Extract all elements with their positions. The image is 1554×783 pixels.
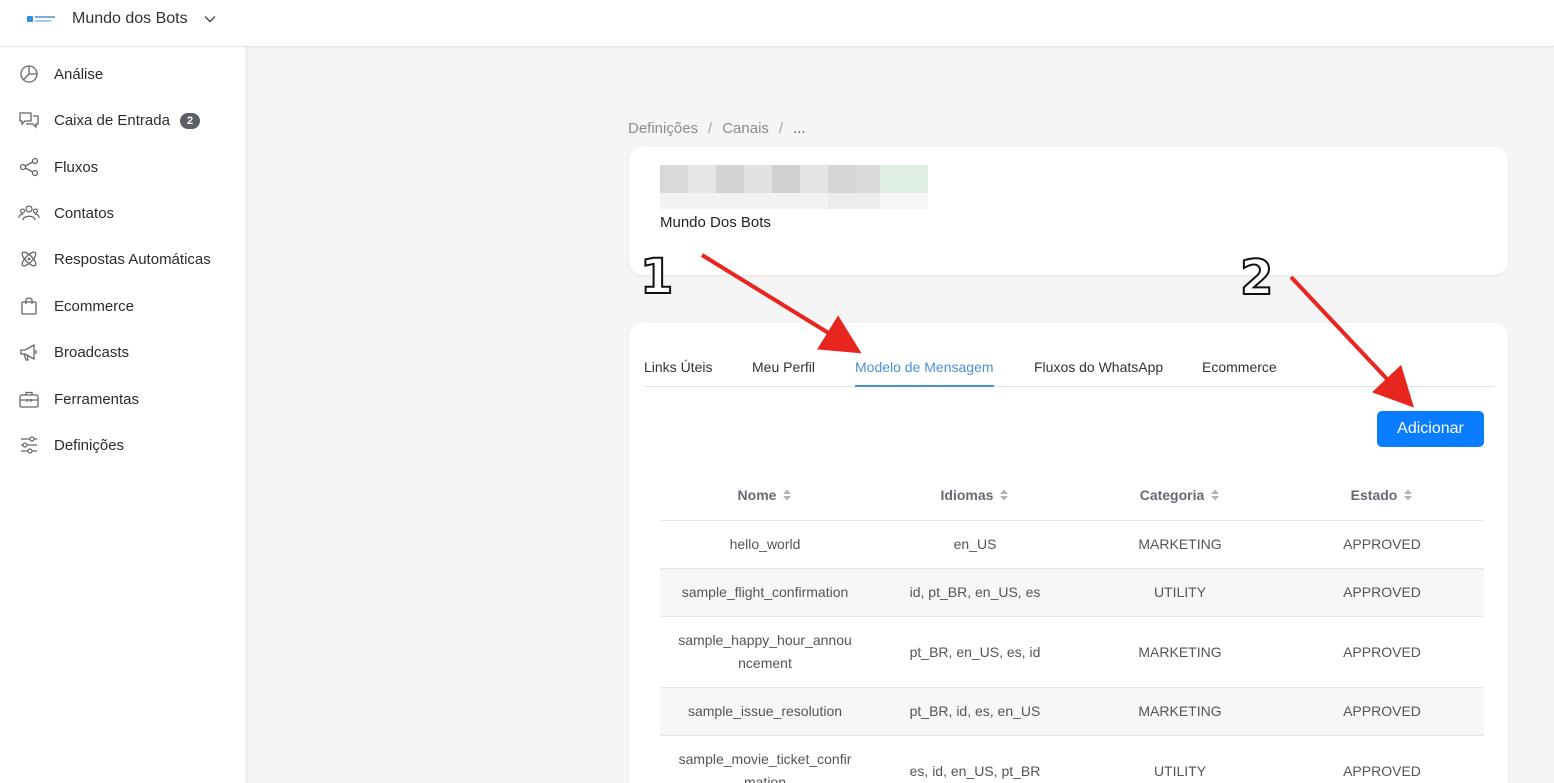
sidebar-item-label: Fluxos <box>54 158 99 176</box>
sidebar-item-ecommerce[interactable]: Ecommerce <box>0 286 246 326</box>
sidebar-item-broadcasts[interactable]: Broadcasts <box>0 332 246 372</box>
sidebar-item-label: Broadcasts <box>54 343 130 361</box>
pie-chart-icon <box>20 65 38 83</box>
cell-languages: pt_BR, en_US, es, id <box>909 643 1041 660</box>
cell-languages: id, pt_BR, en_US, es <box>909 584 1041 600</box>
sliders-icon <box>21 436 37 454</box>
channel-card: Mundo Dos Bots <box>629 147 1508 275</box>
tab-ecommerce[interactable]: Ecommerce <box>1202 359 1277 387</box>
sidebar-item-contatos[interactable]: Contatos <box>0 193 246 233</box>
column-header-idiomas[interactable]: Idiomas <box>870 468 1080 521</box>
sidebar: Análise Caixa de Entrada 2 Fluxos Contat… <box>0 47 247 783</box>
sort-icon <box>1404 489 1413 500</box>
sidebar-item-label: Ferramentas <box>54 390 140 408</box>
top-bar: Mundo dos Bots <box>0 0 1554 47</box>
chevron-down-icon[interactable] <box>203 12 217 26</box>
sidebar-item-label: Ecommerce <box>54 297 135 315</box>
cell-name: hello_world <box>729 536 801 552</box>
cell-category: UTILITY <box>1153 584 1207 600</box>
sidebar-item-caixa-de-entrada[interactable]: Caixa de Entrada 2 <box>0 100 246 140</box>
annotation-marker-1: 1 <box>639 249 674 305</box>
templates-table: Nome Idiomas Categoria Estado hello_worl… <box>660 468 1484 783</box>
settings-tabs: Links Úteis Meu Perfil Modelo de Mensage… <box>644 353 1494 387</box>
channel-name: Mundo Dos Bots <box>660 214 771 231</box>
table-row[interactable]: sample_flight_confirmation id, pt_BR, en… <box>660 569 1484 617</box>
sidebar-item-definicoes[interactable]: Definições <box>0 425 246 465</box>
shopping-bag-icon <box>21 297 37 315</box>
cell-category: MARKETING <box>1138 643 1222 660</box>
megaphone-icon <box>20 343 37 361</box>
atom-icon <box>21 251 37 267</box>
cell-name: sample_happy_hour_announcement <box>678 632 852 671</box>
column-header-estado[interactable]: Estado <box>1280 468 1484 521</box>
add-template-button[interactable]: Adicionar <box>1377 411 1484 447</box>
cell-status: APPROVED <box>1343 703 1421 719</box>
table-row[interactable]: sample_issue_resolution pt_BR, id, es, e… <box>660 688 1484 736</box>
column-header-nome[interactable]: Nome <box>660 468 870 521</box>
cell-name: sample_flight_confirmation <box>681 584 849 600</box>
cell-status: APPROVED <box>1343 762 1421 779</box>
chat-bubbles-icon <box>19 112 39 129</box>
cell-status: APPROVED <box>1343 536 1421 552</box>
annotation-marker-2: 2 <box>1239 250 1274 306</box>
breadcrumb-current: ... <box>793 120 806 137</box>
column-header-categoria[interactable]: Categoria <box>1080 468 1280 521</box>
cell-category: MARKETING <box>1138 536 1222 552</box>
breadcrumb-definicoes[interactable]: Definições <box>628 120 698 137</box>
sidebar-item-label: Caixa de Entrada <box>54 111 170 129</box>
sidebar-item-label: Definições <box>54 436 125 454</box>
unread-count-badge: 2 <box>180 113 200 129</box>
tab-fluxos-do-whatsapp[interactable]: Fluxos do WhatsApp <box>1034 359 1163 387</box>
cell-languages: es, id, en_US, pt_BR <box>909 762 1041 779</box>
brand-logo-icon <box>27 16 55 22</box>
cell-category: UTILITY <box>1153 762 1207 779</box>
blurred-channel-image <box>660 165 928 209</box>
breadcrumb-canais[interactable]: Canais <box>722 120 769 137</box>
sort-icon <box>1211 489 1220 500</box>
sort-icon <box>1000 489 1009 500</box>
breadcrumb-separator: / <box>708 120 713 137</box>
sidebar-item-label: Contatos <box>54 204 115 222</box>
sidebar-item-label: Análise <box>54 65 104 83</box>
message-templates-card: Links Úteis Meu Perfil Modelo de Mensage… <box>629 323 1508 783</box>
sidebar-item-ferramentas[interactable]: Ferramentas <box>0 379 246 419</box>
contacts-icon <box>18 205 40 221</box>
table-header: Nome Idiomas Categoria Estado <box>660 468 1484 521</box>
toolbox-icon <box>19 391 39 408</box>
cell-name: sample_movie_ticket_confirmation <box>678 751 852 783</box>
flow-nodes-icon <box>19 157 39 177</box>
sidebar-item-respostas-automaticas[interactable]: Respostas Automáticas <box>0 239 246 279</box>
cell-status: APPROVED <box>1343 643 1421 660</box>
tab-modelo-de-mensagem[interactable]: Modelo de Mensagem <box>855 359 994 387</box>
table-row[interactable]: sample_movie_ticket_confirmation es, id,… <box>660 736 1484 783</box>
cell-status: APPROVED <box>1343 584 1421 600</box>
sort-icon <box>783 489 792 500</box>
cell-languages: pt_BR, id, es, en_US <box>909 703 1041 719</box>
table-row[interactable]: hello_world en_US MARKETING APPROVED <box>660 521 1484 569</box>
breadcrumb: Definições / Canais / ... <box>628 120 806 137</box>
workspace-name[interactable]: Mundo dos Bots <box>72 9 188 29</box>
cell-category: MARKETING <box>1138 703 1222 719</box>
tab-links-uteis[interactable]: Links Úteis <box>644 359 712 387</box>
breadcrumb-separator: / <box>778 120 784 137</box>
tab-meu-perfil[interactable]: Meu Perfil <box>752 359 815 387</box>
table-row[interactable]: sample_happy_hour_announcement pt_BR, en… <box>660 617 1484 688</box>
cell-name: sample_issue_resolution <box>687 703 843 719</box>
sidebar-item-label: Respostas Automáticas <box>54 250 211 268</box>
cell-languages: en_US <box>953 536 997 552</box>
sidebar-item-analise[interactable]: Análise <box>0 54 246 94</box>
sidebar-item-fluxos[interactable]: Fluxos <box>0 147 246 187</box>
